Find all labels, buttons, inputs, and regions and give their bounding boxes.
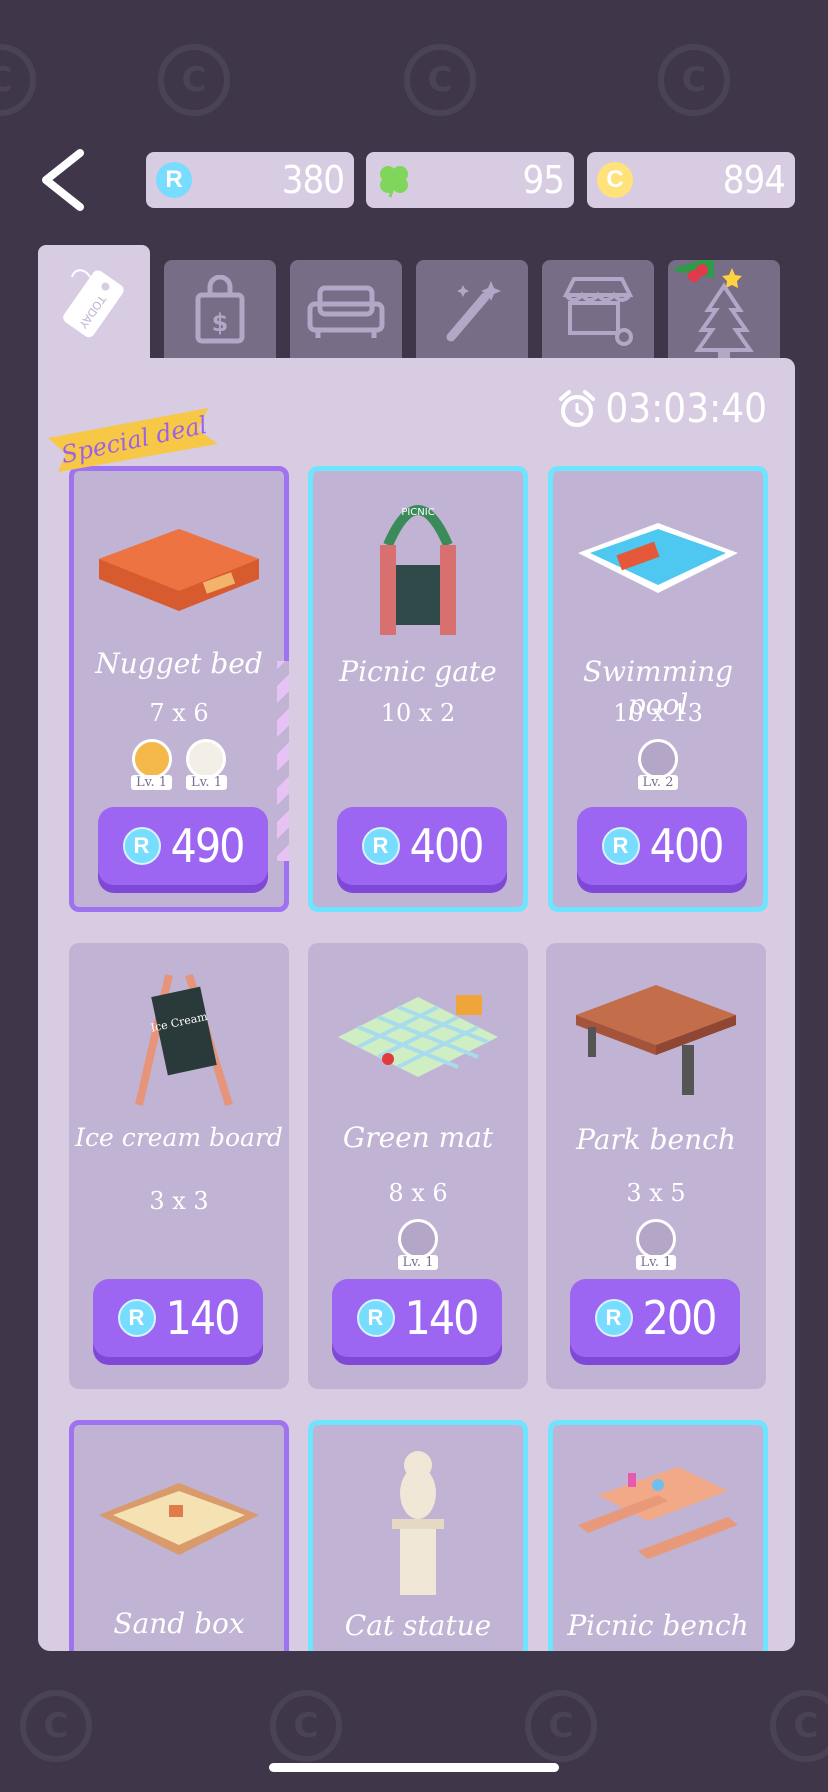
item-name: Green mat: [342, 1121, 494, 1154]
pet-level-badge: Lv. 1: [186, 739, 227, 790]
clover-count: 95: [522, 158, 565, 202]
tab-furniture[interactable]: [290, 260, 402, 360]
item-size: 3 x 5: [626, 1179, 686, 1207]
item-name: Sand box: [113, 1607, 245, 1640]
item-name: Nugget bed: [95, 647, 263, 680]
clover-icon: [376, 162, 412, 198]
christmas-tree-icon: [674, 260, 754, 358]
countdown-timer: 03:03:40: [557, 386, 767, 432]
gold-coin-icon: C: [597, 162, 633, 198]
bg-coin-icon: C: [270, 1690, 342, 1762]
currency-gold[interactable]: C 894: [587, 152, 795, 208]
tab-magic[interactable]: [416, 260, 528, 360]
pet-level-badge: Lv. 1: [397, 1219, 439, 1270]
chevron-left-icon: [42, 149, 84, 211]
ruby-coin-icon: R: [601, 827, 640, 865]
buy-button[interactable]: R 490: [98, 807, 268, 885]
item-size: 10 x 2: [380, 699, 456, 727]
bg-coin-icon: C: [158, 44, 230, 116]
home-indicator[interactable]: [269, 1763, 559, 1772]
shop-item-picnic-gate[interactable]: PICNIC Picnic gate 10 x 2 R 400: [308, 466, 528, 912]
shop-item-swimming-pool[interactable]: Swimming pool 10 x 13 Lv. 2 R 400: [548, 466, 768, 912]
gold-count: 894: [722, 158, 786, 202]
shop-item-nugget-bed[interactable]: Nugget bed 7 x 6 Lv. 1 Lv. 1 R 490: [69, 466, 289, 912]
svg-text:PICNIC: PICNIC: [401, 507, 434, 518]
tab-today[interactable]: TODAY: [38, 245, 150, 360]
item-size: 3 x 3: [149, 1187, 209, 1215]
pet-level-badge: Lv. 2: [637, 739, 679, 790]
park-bench-image: [546, 975, 766, 1105]
market-stall-icon: [562, 277, 634, 346]
tab-shop[interactable]: $: [164, 260, 276, 360]
item-name: Park bench: [576, 1123, 736, 1156]
shop-item-ice-cream-board[interactable]: Ice Cream Ice cream board 3 x 3 R 140: [69, 943, 289, 1389]
bg-coin-icon: C: [525, 1690, 597, 1762]
price-value: 140: [165, 1291, 241, 1345]
timer-text: 03:03:40: [605, 386, 767, 432]
price-value: 140: [404, 1291, 480, 1345]
bg-coin-icon: C: [658, 44, 730, 116]
ice-cream-board-image: Ice Cream: [69, 965, 289, 1115]
item-size: 8 x 6: [388, 1179, 448, 1207]
bg-coin-icon: C: [0, 44, 36, 116]
item-name: Cat statue: [344, 1609, 492, 1642]
currency-ruby[interactable]: R 380: [146, 152, 354, 208]
shop-item-green-mat[interactable]: Green mat 8 x 6 Lv. 1 R 140: [308, 943, 528, 1389]
item-size: 7 x 6: [149, 699, 209, 727]
item-name: Picnic gate: [339, 655, 497, 688]
pet-level-badge: Lv. 1: [635, 1219, 677, 1270]
shop-item-cat-statue[interactable]: Cat statue: [308, 1420, 528, 1651]
sand-box-image: [74, 1465, 284, 1575]
bg-coin-icon: C: [770, 1690, 828, 1762]
ruby-coin-icon: R: [361, 827, 400, 865]
ruby-coin-icon: R: [356, 1299, 395, 1337]
special-deal-ribbon: Special deal: [48, 408, 228, 472]
ruby-count: 380: [281, 158, 345, 202]
cat-statue-image: [313, 1443, 523, 1603]
bg-coin-icon: C: [20, 1690, 92, 1762]
ruby-coin-icon: R: [594, 1299, 633, 1337]
item-name: Picnic bench: [567, 1609, 749, 1642]
swimming-pool-image: [553, 503, 763, 613]
ruby-coin-icon: R: [156, 162, 192, 198]
shop-panel: 03:03:40 Nugget bed 7 x 6 Lv. 1 Lv. 1 R …: [38, 358, 795, 1651]
shop-item-park-bench[interactable]: Park bench 3 x 5 Lv. 1 R 200: [546, 943, 766, 1389]
shop-item-picnic-bench[interactable]: Picnic bench: [548, 1420, 768, 1651]
price-value: 400: [409, 819, 485, 873]
tab-stall[interactable]: [542, 260, 654, 360]
picnic-gate-image: PICNIC: [313, 485, 523, 645]
price-value: 400: [649, 819, 725, 873]
magic-wand-icon: [446, 281, 501, 342]
price-value: 490: [170, 819, 246, 873]
buy-button[interactable]: R 200: [570, 1279, 740, 1357]
price-tag-icon: TODAY: [63, 268, 124, 337]
price-value: 200: [642, 1291, 718, 1345]
buy-button[interactable]: R 400: [337, 807, 507, 885]
ruby-coin-icon: R: [122, 827, 161, 865]
shop-item-sand-box[interactable]: Sand box: [69, 1420, 289, 1651]
item-name: Ice cream board: [75, 1123, 283, 1152]
tab-christmas[interactable]: [668, 260, 780, 360]
nugget-bed-image: [74, 499, 284, 619]
alarm-clock-icon: [559, 390, 596, 427]
item-size: 10 x 13: [613, 699, 703, 727]
buy-button[interactable]: R 140: [93, 1279, 263, 1357]
pet-level-badge: Lv. 1: [131, 739, 172, 790]
buy-button[interactable]: R 400: [577, 807, 747, 885]
currency-clover[interactable]: 95: [366, 152, 574, 208]
green-mat-image: [308, 977, 528, 1087]
back-button[interactable]: [36, 145, 96, 215]
ruby-coin-icon: R: [117, 1299, 156, 1337]
picnic-bench-image: [553, 1455, 763, 1585]
shopping-bag-icon: $: [195, 275, 245, 344]
svg-text:$: $: [212, 309, 229, 337]
sofa-icon: [307, 285, 385, 338]
bg-coin-icon: C: [404, 44, 476, 116]
buy-button[interactable]: R 140: [332, 1279, 502, 1357]
